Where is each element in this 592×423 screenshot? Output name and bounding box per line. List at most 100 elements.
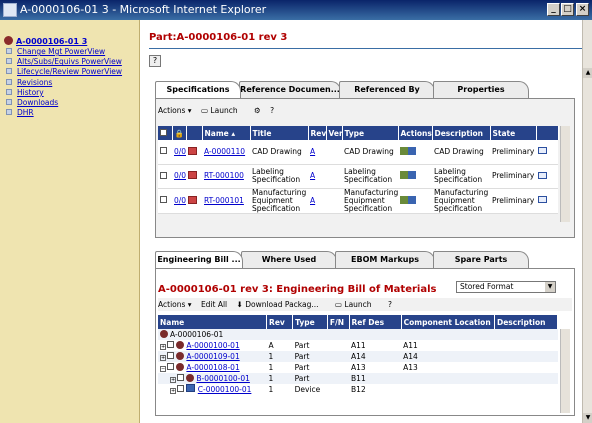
part-icon <box>176 352 185 360</box>
help-icon[interactable]: ? <box>388 298 392 311</box>
tab-engineering-bill[interactable]: Engineering Bill ... <box>155 251 243 268</box>
ebom-toolbar: Actions ▾ Edit All ⬇ Download Packag... … <box>158 298 572 311</box>
sidebar: A-0000106-01 3 Change Mgt PowerView Alts… <box>0 20 140 423</box>
row-checkbox[interactable] <box>177 385 184 392</box>
sidebar-item-lifecycle[interactable]: Lifecycle/Review PowerView <box>6 67 139 77</box>
row-ref-des: B11 <box>349 373 402 384</box>
col-type[interactable]: Type <box>292 315 328 329</box>
row-rev-link[interactable]: A <box>308 164 326 189</box>
actions-icon[interactable] <box>400 146 416 155</box>
tree-row: − A-0000108-01 1 Part A13 A13 <box>158 362 558 373</box>
col-ver[interactable]: Ver <box>326 126 343 140</box>
tab-specifications[interactable]: Specifications <box>155 81 241 98</box>
tree-root-row: A-0000106-01 <box>158 329 558 340</box>
clip-icon[interactable]: ⚙ <box>254 104 261 117</box>
part-link[interactable]: A-0000100-01 <box>186 341 239 350</box>
ebom-table-scrollbar[interactable] <box>560 329 570 413</box>
row-checkbox[interactable] <box>160 196 167 203</box>
row-checkbox[interactable] <box>160 147 167 155</box>
part-link[interactable]: A-0000109-01 <box>186 352 239 361</box>
maximize-button[interactable]: □ <box>561 3 574 16</box>
tab-where-used[interactable]: Where Used <box>241 251 337 268</box>
sidebar-item-alts-subs[interactable]: Alts/Subs/Equivs PowerView <box>6 57 139 67</box>
spec-table: 🔒 Name ▴ Title Rev Ver Type Actions Desc… <box>158 126 559 214</box>
select-all-checkbox[interactable] <box>158 126 173 140</box>
row-location: A11 <box>401 340 495 351</box>
col-name[interactable]: Name ▴ <box>202 126 251 140</box>
col-state[interactable]: State <box>490 126 537 140</box>
part-link[interactable]: B-0000100-01 <box>196 374 250 383</box>
ie-icon <box>3 3 17 17</box>
row-name-link[interactable]: A-0000110 <box>202 140 250 165</box>
launch-button[interactable]: ▭ Launch <box>335 298 379 311</box>
sidebar-root-link[interactable]: A-0000106-01 3 <box>4 36 87 46</box>
col-ref-des[interactable]: Ref Des <box>349 315 402 329</box>
details-icon[interactable] <box>538 196 547 203</box>
col-component-location[interactable]: Component Location <box>401 315 495 329</box>
row-rev-link[interactable]: A <box>308 140 326 165</box>
sidebar-list: Change Mgt PowerView Alts/Subs/Equivs Po… <box>6 47 139 118</box>
lock-icon: 🔒 <box>172 126 187 140</box>
sidebar-item-dhr[interactable]: DHR <box>6 108 139 118</box>
col-title[interactable]: Title <box>250 126 309 140</box>
minimize-button[interactable]: _ <box>547 3 560 16</box>
row-checkbox[interactable] <box>167 363 174 370</box>
table-row: 0/0 RT-000100 Labeling Specification A L… <box>158 164 558 189</box>
actions-menu[interactable]: Actions ▾ <box>158 104 192 117</box>
col-name[interactable]: Name <box>158 315 268 329</box>
col-type[interactable]: Type <box>342 126 399 140</box>
details-icon[interactable] <box>538 171 547 179</box>
expand-icon[interactable]: + <box>160 355 166 361</box>
row-name-link[interactable]: RT-000100 <box>202 164 250 189</box>
row-checkbox[interactable] <box>167 352 174 359</box>
row-type: Part <box>292 362 328 373</box>
row-rev-link[interactable]: A <box>308 188 326 214</box>
row-type: CAD Drawing <box>342 140 398 165</box>
collapse-icon[interactable]: − <box>160 366 166 372</box>
sidebar-item-history[interactable]: History <box>6 88 139 98</box>
tab-referenced-by[interactable]: Referenced By <box>339 81 435 98</box>
tab-spare-parts[interactable]: Spare Parts <box>433 251 529 268</box>
expand-icon[interactable]: + <box>170 388 176 394</box>
version-link[interactable]: 0/0 <box>172 188 186 214</box>
actions-icon[interactable] <box>400 171 416 179</box>
sidebar-item-downloads[interactable]: Downloads <box>6 98 139 108</box>
table-row: 0/0 RT-000101 Manufacturing Equipment Sp… <box>158 188 558 214</box>
format-select[interactable]: Stored Format ▼ <box>456 281 556 293</box>
part-link[interactable]: C-0000100-01 <box>198 385 252 394</box>
edit-all-button[interactable]: Edit All <box>201 298 227 311</box>
details-icon[interactable] <box>538 147 547 155</box>
expand-icon[interactable]: + <box>170 377 176 383</box>
download-package-button[interactable]: ⬇ Download Packag... <box>237 298 326 311</box>
spec-table-scrollbar[interactable] <box>560 126 570 222</box>
sidebar-item-revisions[interactable]: Revisions <box>6 78 139 88</box>
col-rev[interactable]: Rev <box>308 126 327 140</box>
row-checkbox[interactable] <box>177 374 184 381</box>
tab-properties[interactable]: Properties <box>433 81 529 98</box>
sidebar-item-change-mgt[interactable]: Change Mgt PowerView <box>6 47 139 57</box>
tab-reference-documents[interactable]: Reference Documen... <box>239 81 341 98</box>
scroll-up-button[interactable]: ▲ <box>583 68 592 78</box>
help-icon[interactable]: ? <box>149 55 161 67</box>
part-link[interactable]: A-0000108-01 <box>186 363 239 372</box>
launch-button[interactable]: ▭ Launch <box>201 104 245 117</box>
version-link[interactable]: 0/0 <box>172 140 186 165</box>
col-fn[interactable]: F/N <box>327 315 350 329</box>
part-icon <box>176 341 185 349</box>
help-icon[interactable]: ? <box>270 104 274 117</box>
tab-ebom-markups[interactable]: EBOM Markups <box>335 251 435 268</box>
row-name-link[interactable]: RT-000101 <box>202 188 250 214</box>
actions-menu[interactable]: Actions ▾ <box>158 298 192 311</box>
col-rev[interactable]: Rev <box>266 315 294 329</box>
version-link[interactable]: 0/0 <box>172 164 186 189</box>
close-button[interactable]: × <box>576 3 589 16</box>
col-description[interactable]: Description <box>432 126 491 140</box>
expand-icon[interactable]: + <box>160 344 166 350</box>
scroll-down-button[interactable]: ▼ <box>583 413 592 423</box>
actions-icon[interactable] <box>400 195 416 204</box>
row-checkbox[interactable] <box>167 341 174 348</box>
col-description[interactable]: Description <box>494 315 559 329</box>
page-scrollbar[interactable]: ▲ ▼ <box>582 20 592 423</box>
row-checkbox[interactable] <box>160 171 167 179</box>
spec-toolbar: Actions ▾ ▭ Launch ⚙ ? <box>158 104 281 117</box>
